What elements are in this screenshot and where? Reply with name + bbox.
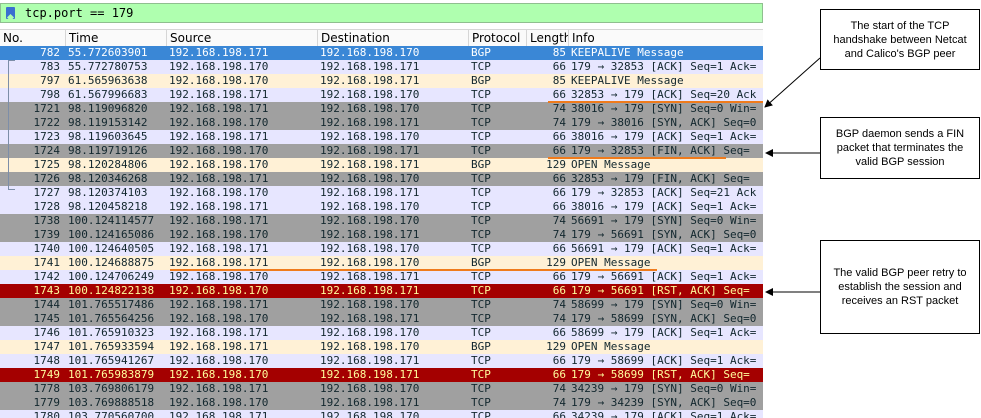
annotation-arrows [764, 57, 821, 296]
arrow-handshake [764, 57, 821, 108]
